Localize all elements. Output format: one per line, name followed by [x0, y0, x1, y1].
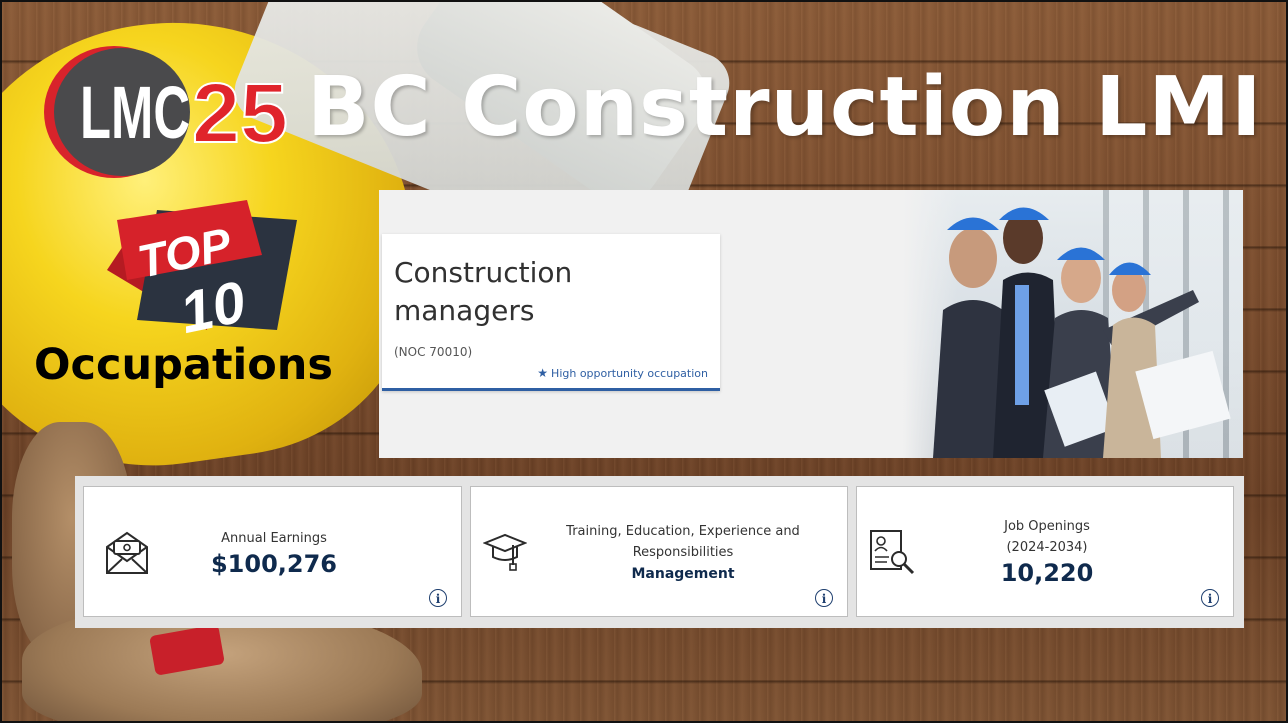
training-label: Training, Education, Experience and Resp… — [566, 524, 800, 560]
job-openings-period: (2024-2034) — [1006, 540, 1088, 555]
occupation-card[interactable]: Construction managers (NOC 70010) ★ High … — [382, 234, 720, 391]
noc-code: (NOC 70010) — [394, 345, 473, 359]
graduation-cap-icon — [483, 533, 527, 571]
job-openings-value: 10,220 — [1000, 559, 1094, 587]
annual-earnings-value: $100,276 — [210, 550, 337, 578]
star-icon: ★ — [537, 366, 549, 380]
slide: LMC 25 BC Construction LMI TOP 10 Occupa… — [0, 0, 1288, 723]
logo-lmc-text: LMC — [80, 71, 190, 154]
training-value: Management — [631, 566, 735, 582]
stats-panel: Annual Earnings $100,276 i Training, Edu… — [75, 476, 1244, 628]
lmc25-logo: LMC 25 — [44, 46, 289, 178]
logo-25-text: 25 — [192, 66, 288, 160]
job-openings-label: Job Openings — [1004, 519, 1090, 534]
badge-number-text: 10 — [174, 269, 251, 346]
occupation-banner: Construction managers (NOC 70010) ★ High … — [379, 190, 1243, 458]
annual-earnings-label: Annual Earnings — [221, 531, 327, 546]
construction-team-photo — [903, 190, 1243, 458]
envelope-money-icon — [106, 531, 148, 574]
document-search-icon — [870, 530, 915, 575]
info-icon[interactable]: i — [429, 589, 447, 607]
job-openings-card: Job Openings (2024-2034) 10,220 i — [856, 486, 1234, 617]
top-10-badge: TOP 10 — [107, 200, 297, 346]
high-opportunity-tag: ★ High opportunity occupation — [537, 366, 708, 380]
info-icon[interactable]: i — [815, 589, 833, 607]
training-card: Training, Education, Experience and Resp… — [470, 486, 848, 617]
high-opportunity-label: High opportunity occupation — [551, 367, 708, 380]
info-icon[interactable]: i — [1201, 589, 1219, 607]
annual-earnings-card: Annual Earnings $100,276 i — [83, 486, 462, 617]
occupation-name: Construction managers — [394, 256, 573, 327]
slide-title: BC Construction LMI — [307, 60, 1263, 155]
workers-illustration — [933, 207, 1231, 458]
occupations-heading: Occupations — [34, 340, 333, 390]
